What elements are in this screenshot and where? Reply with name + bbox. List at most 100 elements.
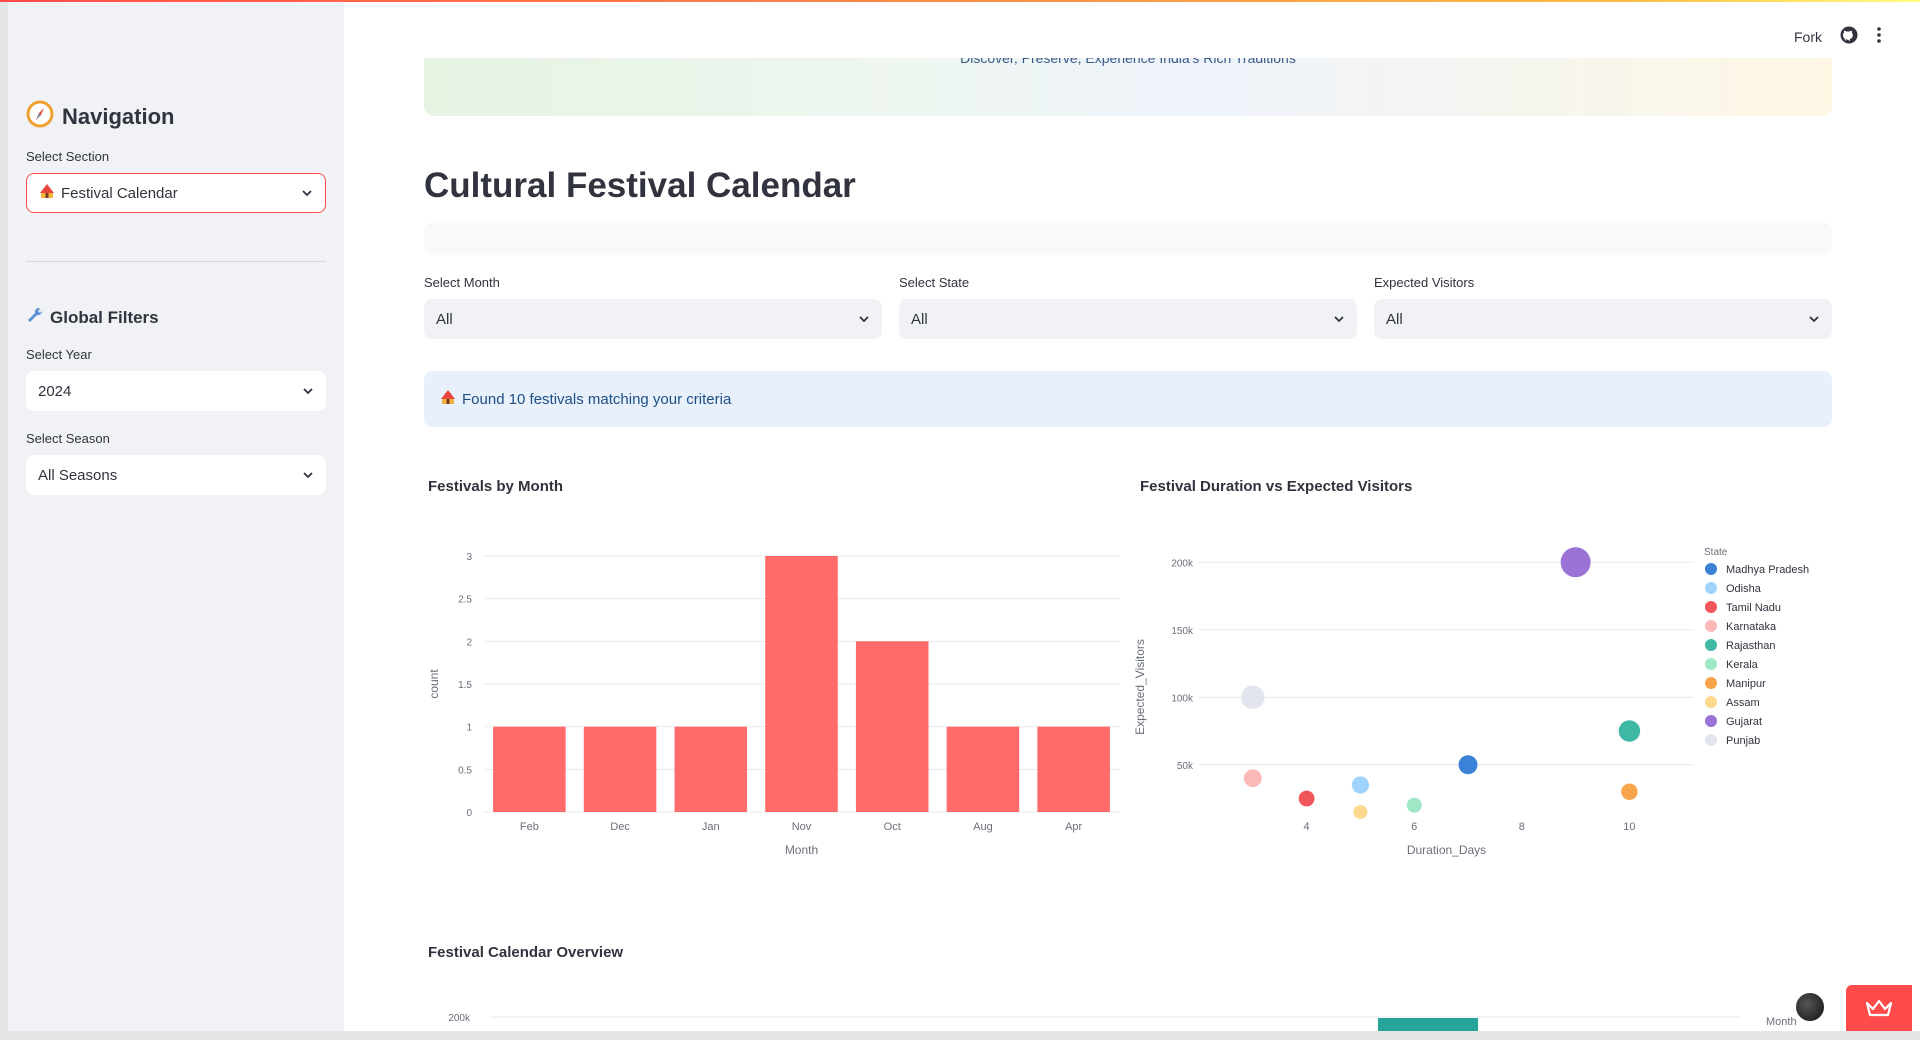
legend-marker bbox=[1705, 620, 1717, 632]
y-tick-label: 50k bbox=[1177, 761, 1194, 772]
streamlit-crown-button[interactable] bbox=[1846, 985, 1912, 1031]
app-header-actions: Fork bbox=[1794, 26, 1882, 47]
state-select[interactable]: All bbox=[899, 299, 1357, 339]
legend-item-label: Punjab bbox=[1726, 735, 1760, 747]
visitors-select-value: All bbox=[1386, 310, 1403, 328]
window-edge bbox=[0, 0, 8, 1040]
global-filters-text: Global Filters bbox=[50, 307, 159, 327]
bar-chart-title: Festivals by Month bbox=[428, 478, 564, 495]
banner-tagline: Discover, Preserve, Experience India's R… bbox=[960, 58, 1296, 66]
visitors-label: Expected Visitors bbox=[1374, 275, 1475, 290]
results-info-alert: Found 10 festivals matching your criteri… bbox=[424, 371, 1832, 427]
x-tick-label: 4 bbox=[1304, 821, 1310, 833]
x-tick-label: Dec bbox=[610, 821, 630, 833]
y-tick-label: 2 bbox=[466, 637, 472, 648]
circus-tent-icon bbox=[39, 183, 55, 203]
year-label: Select Year bbox=[26, 347, 92, 362]
festivals-by-month-chart: 0 0.5 1 1.5 2 2.5 3 Feb Dec Jan Nov Oct Aug Apr Month c… bbox=[427, 552, 1119, 857]
legend-item-label: Kerala bbox=[1726, 659, 1759, 671]
y-tick-label: 3 bbox=[466, 552, 472, 563]
more-menu-icon[interactable] bbox=[1876, 26, 1882, 47]
legend-marker bbox=[1705, 601, 1717, 613]
legend-item-label: Assam bbox=[1726, 697, 1760, 709]
chevron-down-icon bbox=[859, 316, 869, 323]
legend-marker bbox=[1705, 696, 1717, 708]
month-select[interactable]: All bbox=[424, 299, 882, 339]
legend-item-label: Rajasthan bbox=[1726, 640, 1776, 652]
window-edge-bottom bbox=[0, 1031, 1920, 1040]
avatar[interactable] bbox=[1794, 991, 1826, 1023]
scatter-point bbox=[1621, 783, 1638, 801]
chevron-down-icon bbox=[303, 388, 313, 395]
wrench-icon bbox=[26, 306, 44, 329]
season-select-value: All Seasons bbox=[38, 466, 118, 484]
x-tick-label: Nov bbox=[792, 821, 812, 833]
compass-icon bbox=[26, 100, 54, 134]
y-axis-label: count bbox=[427, 669, 441, 699]
section-select[interactable]: Festival Calendar bbox=[26, 173, 326, 213]
state-label: Select State bbox=[899, 275, 970, 290]
sidebar-title-text: Navigation bbox=[62, 104, 175, 129]
y-axis-label: Expected_Visitors bbox=[1134, 639, 1147, 735]
bar bbox=[1037, 726, 1110, 812]
chevron-down-icon bbox=[1809, 316, 1819, 323]
section-select-value: Festival Calendar bbox=[61, 184, 178, 202]
y-tick-label: 100k bbox=[1171, 693, 1194, 704]
scatter-point bbox=[1458, 755, 1478, 775]
chevron-down-icon bbox=[303, 472, 313, 479]
x-tick-label: Oct bbox=[884, 821, 901, 833]
y-tick-label: 2.5 bbox=[458, 595, 472, 606]
scatter-chart-title: Festival Duration vs Expected Visitors bbox=[1140, 478, 1413, 495]
fork-link[interactable]: Fork bbox=[1794, 29, 1822, 45]
y-tick-label: 200k bbox=[1171, 558, 1194, 569]
x-axis-label: Month bbox=[785, 843, 818, 857]
hero-banner: Discover, Preserve, Experience India's R… bbox=[424, 58, 1832, 116]
year-select-value: 2024 bbox=[38, 382, 72, 400]
state-select-value: All bbox=[911, 310, 928, 328]
month-select-value: All bbox=[436, 310, 453, 328]
y-tick-label: 150k bbox=[1171, 626, 1194, 637]
legend-marker bbox=[1705, 582, 1717, 594]
legend-item-label: Manipur bbox=[1726, 678, 1766, 690]
legend-item-label: Karnataka bbox=[1726, 621, 1777, 633]
legend-item-label: Madhya Pradesh bbox=[1726, 564, 1809, 576]
empty-placeholder-bar bbox=[424, 223, 1832, 255]
legend-marker bbox=[1705, 658, 1717, 670]
legend-marker bbox=[1705, 563, 1717, 575]
section-label: Select Section bbox=[26, 149, 110, 164]
x-tick-label: Aug bbox=[973, 821, 993, 833]
github-icon[interactable] bbox=[1840, 26, 1858, 47]
calendar-overview-chart: 200k Month bbox=[448, 1013, 1797, 1031]
legend-marker bbox=[1705, 734, 1717, 746]
scatter-point bbox=[1241, 685, 1265, 710]
y-tick-label: 200k bbox=[448, 1013, 471, 1024]
legend-item-label: Tamil Nadu bbox=[1726, 602, 1781, 614]
y-tick-label: 1.5 bbox=[458, 680, 472, 691]
scatter-point bbox=[1351, 776, 1370, 794]
legend-marker bbox=[1705, 715, 1717, 727]
bar bbox=[855, 641, 929, 812]
duration-vs-visitors-chart: 50k 100k 150k 200k 4 6 8 10 Duration_Days Expecte… bbox=[1134, 547, 1809, 857]
scatter-point bbox=[1243, 769, 1262, 788]
scatter-point bbox=[1298, 790, 1315, 807]
x-tick-label: Apr bbox=[1065, 821, 1082, 833]
bar bbox=[765, 556, 838, 812]
sidebar: Navigation Select Section Festival Calen… bbox=[8, 0, 344, 1031]
season-select[interactable]: All Seasons bbox=[26, 455, 326, 495]
legend-item-label: Odisha bbox=[1726, 583, 1762, 595]
sidebar-divider bbox=[26, 261, 326, 262]
year-select[interactable]: 2024 bbox=[26, 371, 326, 411]
x-axis-label: Duration_Days bbox=[1407, 843, 1486, 857]
y-tick-label: 1 bbox=[466, 723, 472, 734]
month-label: Select Month bbox=[424, 275, 500, 290]
legend-item-label: Gujarat bbox=[1726, 716, 1762, 728]
bar bbox=[583, 726, 657, 812]
top-accent-line bbox=[0, 0, 1920, 2]
x-tick-label: Feb bbox=[520, 821, 539, 833]
sidebar-title: Navigation bbox=[26, 100, 174, 134]
bar bbox=[674, 726, 748, 812]
y-tick-label: 0 bbox=[466, 808, 472, 819]
global-filters-heading: Global Filters bbox=[26, 306, 159, 329]
scatter-point bbox=[1618, 720, 1641, 742]
visitors-select[interactable]: All bbox=[1374, 299, 1832, 339]
